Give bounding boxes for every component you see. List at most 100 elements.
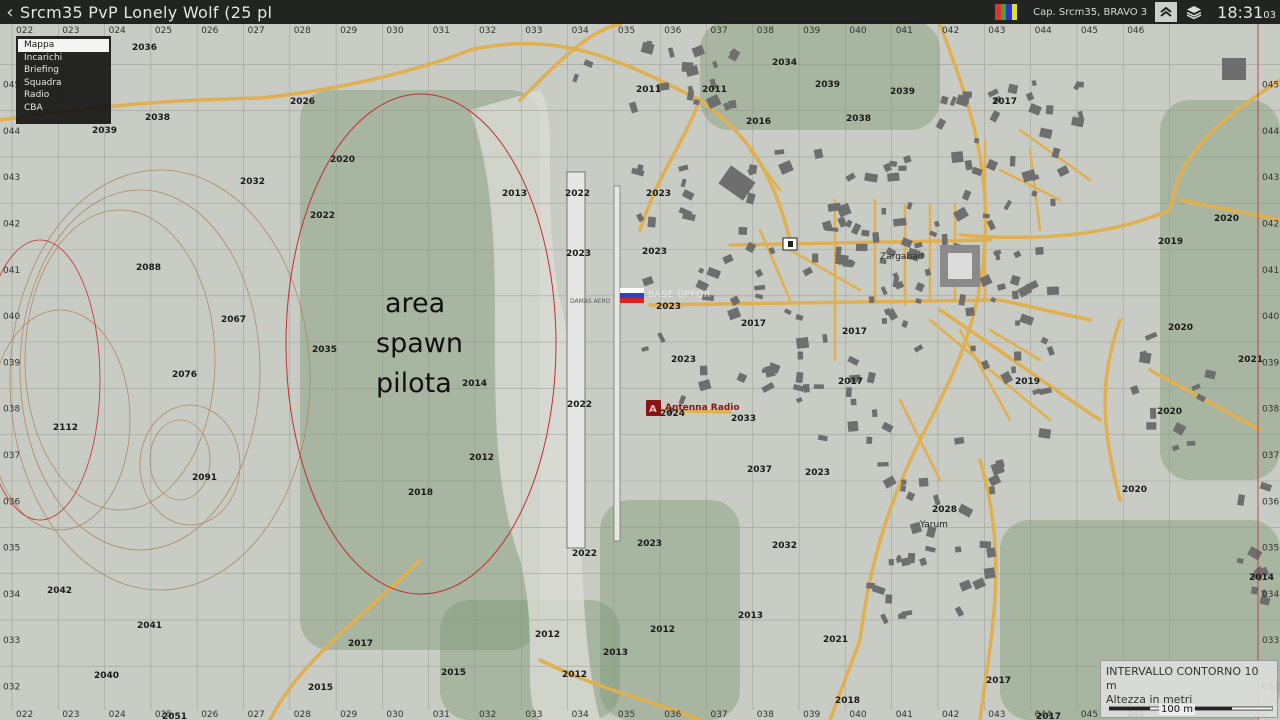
building xyxy=(974,137,980,144)
elevation-label: 2012 xyxy=(562,670,587,680)
menu-item-radio[interactable]: Radio xyxy=(18,89,109,102)
grid-label-y: 043 xyxy=(1262,173,1279,183)
grid-label-y: 034 xyxy=(3,590,20,600)
grid-label-x: 031 xyxy=(433,26,450,36)
building xyxy=(871,409,878,418)
grid-label-x: 040 xyxy=(849,710,866,720)
elevation-label: 2020 xyxy=(1157,407,1182,417)
grid-label-x: 040 xyxy=(849,26,866,36)
building xyxy=(872,232,880,243)
elevation-label: 2018 xyxy=(835,696,860,706)
elevation-label: 2011 xyxy=(702,85,727,95)
markers-toggle-button[interactable] xyxy=(1155,2,1178,22)
layers-button[interactable] xyxy=(1183,2,1205,22)
menu-item-incarichi[interactable]: Incarichi xyxy=(18,52,109,65)
elevation-label: 2039 xyxy=(890,87,915,97)
grid-label-x: 042 xyxy=(942,26,959,36)
russia-flag-icon xyxy=(620,298,644,303)
elevation-label: 2028 xyxy=(932,505,957,515)
grid-label-x: 029 xyxy=(340,710,357,720)
building xyxy=(850,398,857,406)
menu-item-cba[interactable]: CBA xyxy=(18,102,109,115)
building xyxy=(1045,105,1054,115)
menu-item-squadra[interactable]: Squadra xyxy=(18,77,109,90)
elevation-label: 2020 xyxy=(1122,485,1147,495)
building xyxy=(1007,83,1019,95)
building xyxy=(1149,407,1157,419)
elevation-label: 2018 xyxy=(408,488,433,498)
building xyxy=(1138,351,1152,364)
elevation-label: 2013 xyxy=(603,648,628,658)
grid-label-y: 040 xyxy=(1262,312,1279,322)
building xyxy=(988,486,996,495)
elevation-label: 2019 xyxy=(1158,237,1183,247)
elevation-label: 2026 xyxy=(290,97,315,107)
building xyxy=(970,345,976,352)
building xyxy=(812,253,819,263)
elevation-label: 2039 xyxy=(92,126,117,136)
building xyxy=(1035,246,1044,255)
elevation-label: 2023 xyxy=(656,302,681,312)
menu-item-briefing[interactable]: Briefing xyxy=(18,64,109,77)
grid-label-x: 041 xyxy=(896,26,913,36)
elevation-label: 2042 xyxy=(47,586,72,596)
building xyxy=(868,296,875,304)
grid-label-y: 039 xyxy=(3,358,20,368)
elevation-label: 2017 xyxy=(838,377,863,387)
chevron-left-icon[interactable]: ‹ xyxy=(0,2,20,23)
map-top-bar: ‹ Srcm35 PvP Lonely Wolf (25 pl Cap. Src… xyxy=(0,0,1280,24)
grid-label-y: 041 xyxy=(3,266,20,276)
elevation-label: 2032 xyxy=(240,177,265,187)
grid-label-x: 023 xyxy=(62,26,79,36)
grid-label-y: 044 xyxy=(1262,127,1279,137)
building xyxy=(645,40,653,52)
grid-label-x: 043 xyxy=(988,710,1005,720)
elevation-label: 2016 xyxy=(746,117,771,127)
elevation-label: 2023 xyxy=(805,468,830,478)
grid-label-y: 037 xyxy=(1262,451,1279,461)
vegetation-patch xyxy=(600,500,740,720)
grid-label-x: 024 xyxy=(109,710,126,720)
building xyxy=(898,165,907,171)
building xyxy=(866,582,875,589)
building xyxy=(1222,58,1246,80)
menu-item-mappa[interactable]: Mappa xyxy=(18,39,109,52)
map-canvas[interactable]: A 2036 2026 2039 2038 2020 2032 2022 2088 2067 203… xyxy=(0,0,1280,720)
building xyxy=(948,253,972,279)
grid-label-y: 032 xyxy=(3,683,20,693)
elevation-label: 2015 xyxy=(308,683,333,693)
building xyxy=(797,351,804,360)
elevation-label: 2023 xyxy=(642,247,667,257)
building xyxy=(866,436,873,444)
elevation-label: 2017 xyxy=(741,319,766,329)
building xyxy=(1186,440,1196,446)
tactical-map[interactable]: A 2036 2026 2039 2038 2020 2032 2022 2088 2067 203… xyxy=(0,0,1280,720)
building xyxy=(1009,155,1016,167)
annotation-line-2: spawn xyxy=(376,328,463,359)
building xyxy=(1050,198,1056,207)
building xyxy=(842,258,854,268)
elevation-label: 2020 xyxy=(330,155,355,165)
elevation-label: 2012 xyxy=(469,453,494,463)
building xyxy=(861,229,870,237)
building xyxy=(982,213,990,219)
grid-label-y: 037 xyxy=(3,451,20,461)
grid-label-x: 022 xyxy=(16,26,33,36)
grid-label-y: 043 xyxy=(3,173,20,183)
russia-flag-icon xyxy=(620,288,644,293)
building xyxy=(847,420,859,432)
elevation-label: 2014 xyxy=(1249,573,1274,583)
grid-label-x: 029 xyxy=(340,26,357,36)
grid-label-x: 025 xyxy=(155,26,172,36)
building xyxy=(647,216,657,228)
elevation-label: 2038 xyxy=(145,113,170,123)
elevation-label: 2032 xyxy=(772,541,797,551)
grid-label-x: 044 xyxy=(1035,710,1052,720)
elevation-label: 2033 xyxy=(731,414,756,424)
grid-label-x: 024 xyxy=(109,26,126,36)
grid-label-x: 026 xyxy=(201,26,218,36)
grid-label-x: 037 xyxy=(711,26,728,36)
grid-label-x: 023 xyxy=(62,710,79,720)
grid-label-x: 036 xyxy=(664,26,681,36)
elevation-label: 2013 xyxy=(502,189,527,199)
